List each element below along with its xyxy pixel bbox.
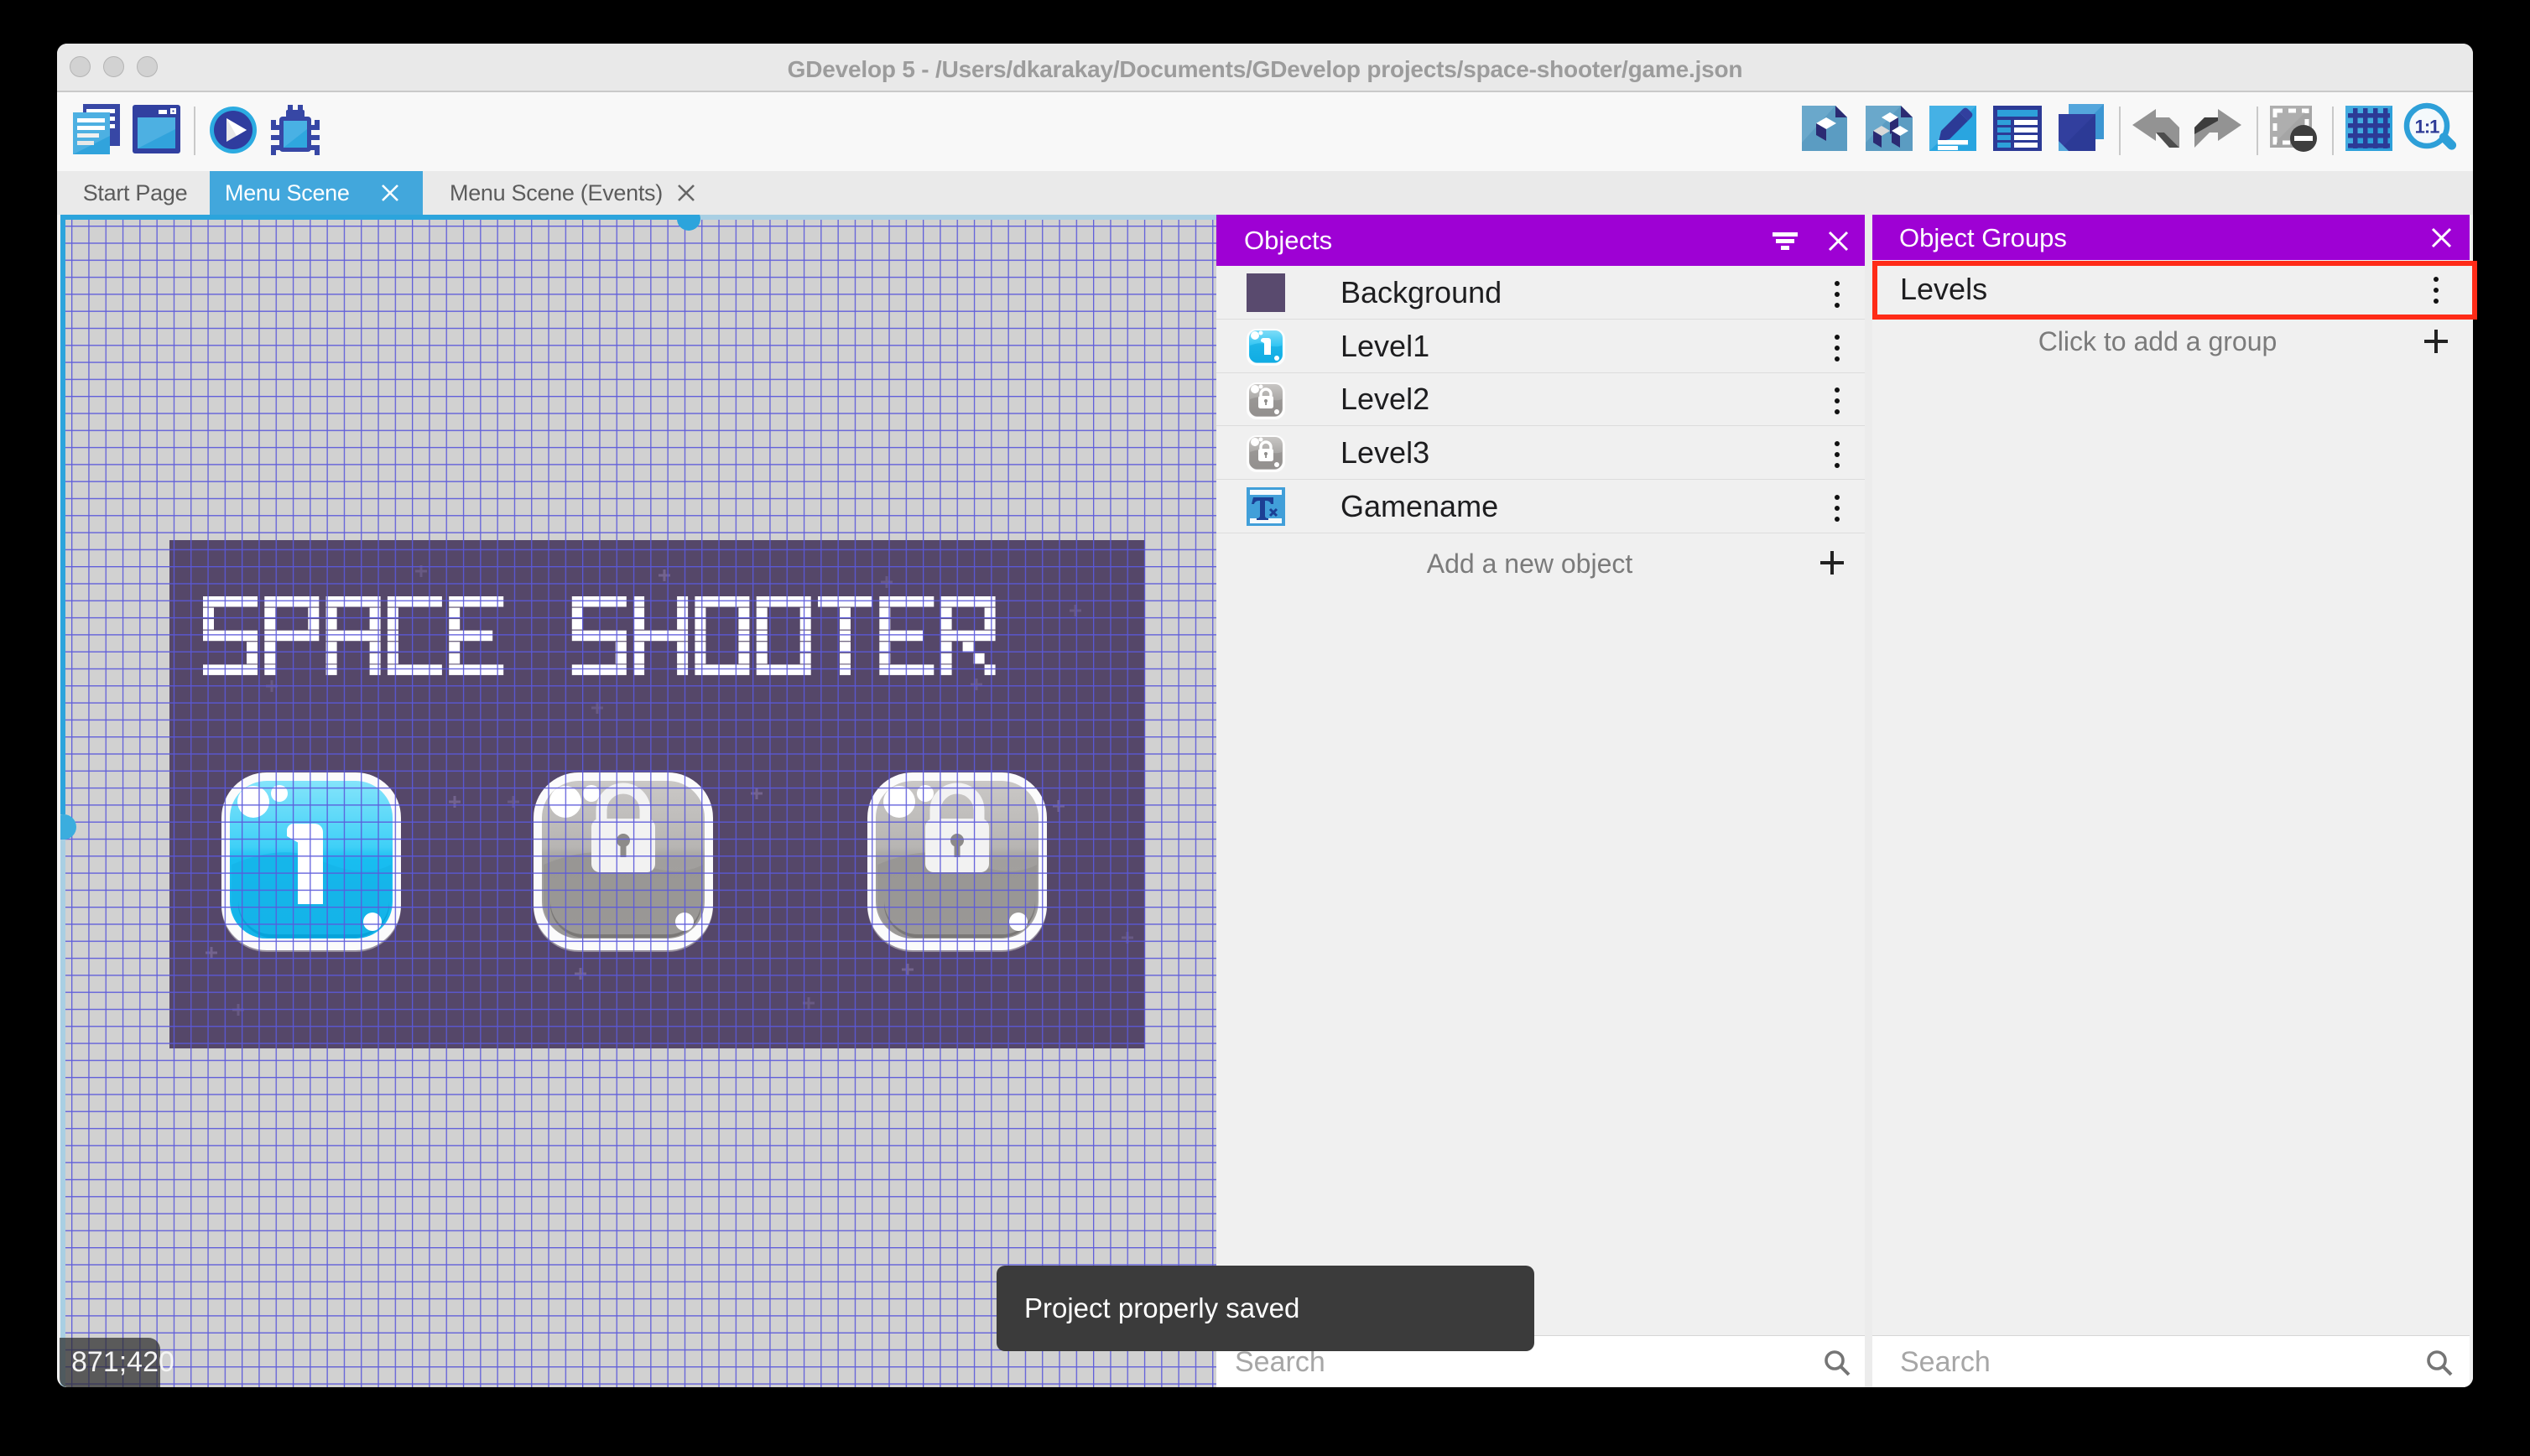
- svg-text:1:1: 1:1: [2415, 117, 2440, 138]
